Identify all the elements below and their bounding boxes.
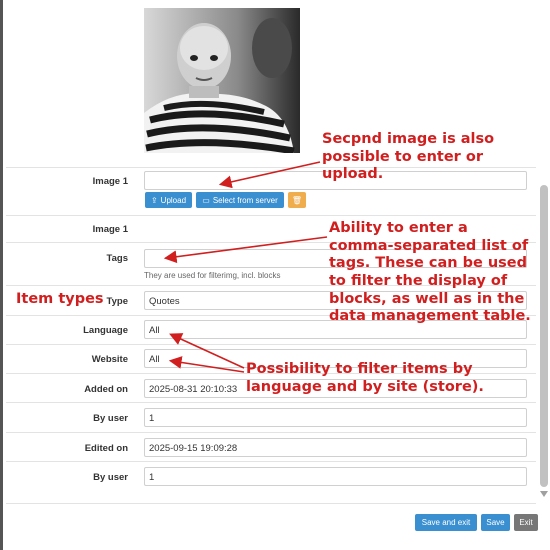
annotation-arrows — [163, 161, 328, 373]
arrow-second-image — [218, 161, 321, 189]
arrow-tags — [163, 236, 328, 264]
